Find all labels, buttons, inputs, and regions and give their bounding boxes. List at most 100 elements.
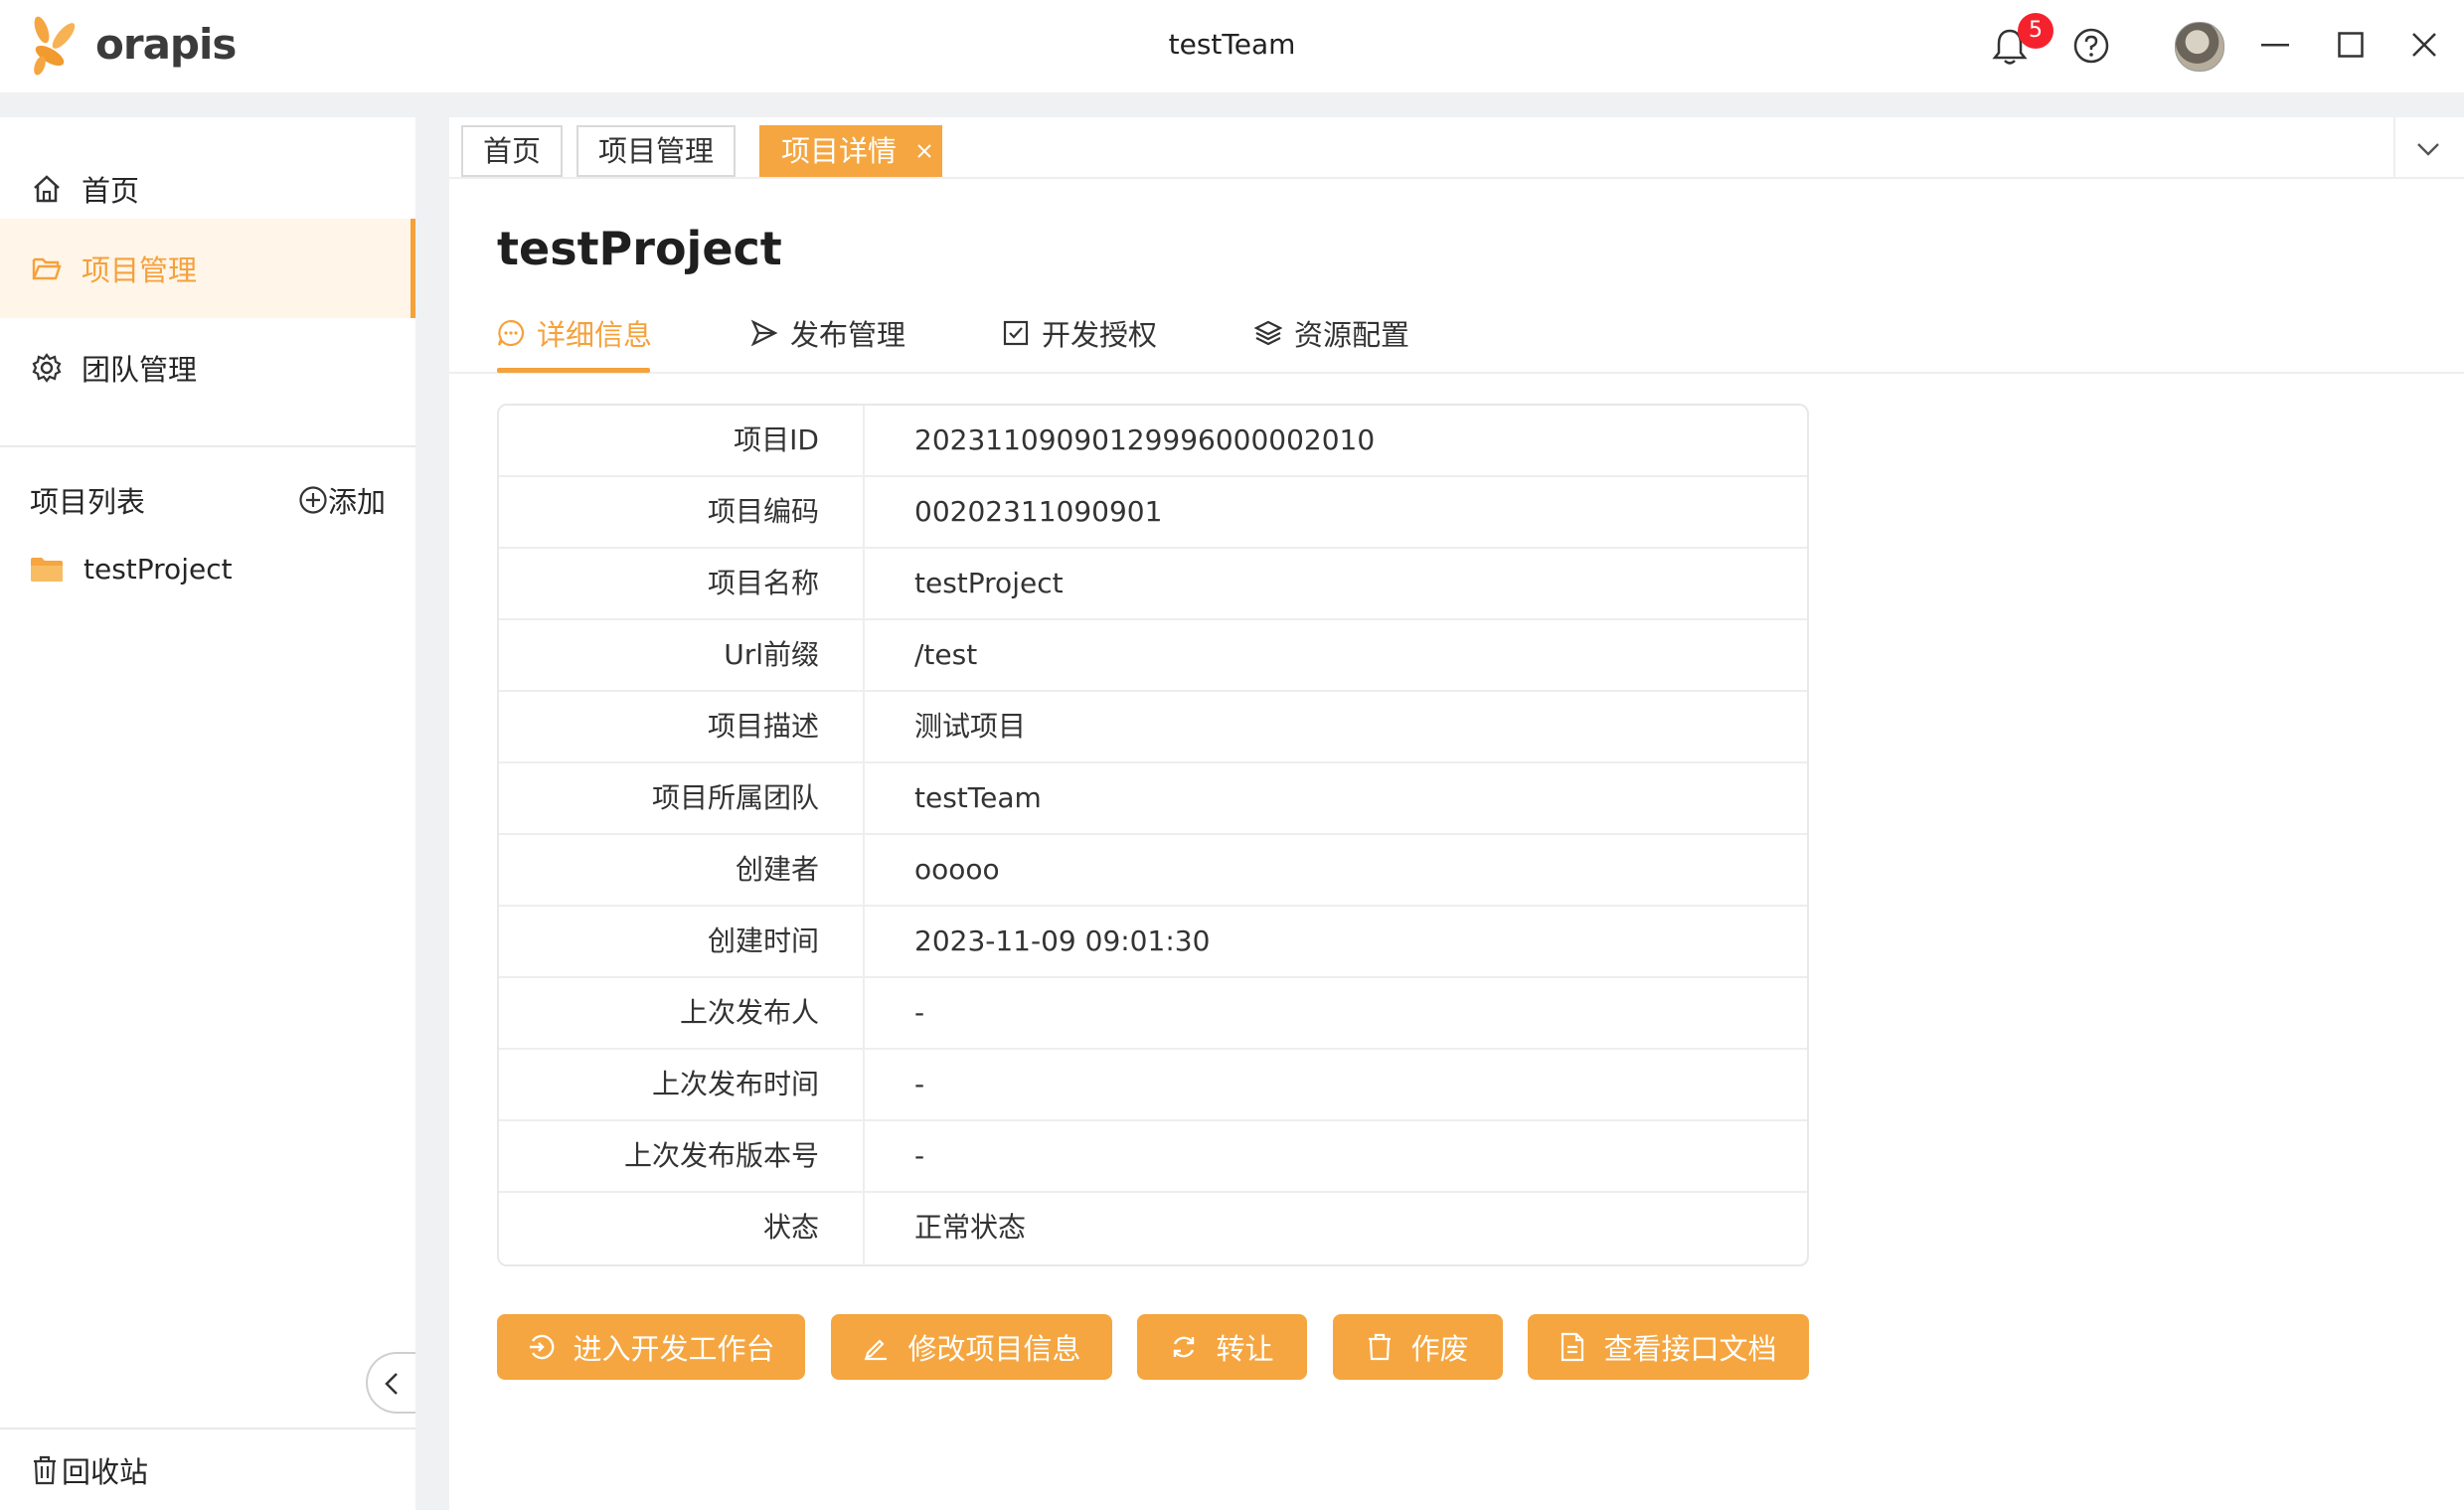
row-label: Url前缀 <box>724 638 819 671</box>
help-icon[interactable] <box>2072 27 2110 65</box>
row-label: 上次发布版本号 <box>623 1139 819 1172</box>
button-label: 修改项目信息 <box>907 1332 1081 1366</box>
row-value: - <box>914 1139 925 1172</box>
button-label: 查看接口文档 <box>1603 1332 1777 1366</box>
tab-project-details[interactable]: 项目详情 <box>759 125 943 177</box>
divider <box>2393 117 2395 177</box>
layers-icon <box>1254 319 1282 347</box>
table-row: 上次发布人 - <box>499 978 1807 1050</box>
project-list-item[interactable]: testProject <box>30 553 233 586</box>
button-label: 转让 <box>1216 1332 1274 1366</box>
table-row: Url前缀/test <box>499 620 1807 692</box>
row-label: 项目名称 <box>707 567 819 599</box>
row-value: testTeam <box>914 781 1042 814</box>
tab-label: 首页 <box>483 134 542 168</box>
folder-open-icon <box>32 255 62 281</box>
project-name: testProject <box>83 553 233 586</box>
add-label: 添加 <box>328 485 387 519</box>
chevron-down-icon[interactable] <box>2415 141 2441 157</box>
close-tab-icon[interactable] <box>916 143 932 159</box>
row-label: 状态 <box>762 1211 819 1244</box>
sidebar-item-teams[interactable]: 团队管理 <box>0 318 415 418</box>
subtab-resources[interactable]: 资源配置 <box>1254 310 1409 356</box>
enter-workbench-button[interactable]: 进入开发工作台 <box>497 1314 805 1380</box>
folder-icon <box>30 556 64 584</box>
row-value: 测试项目 <box>914 710 1027 743</box>
notification-badge: 5 <box>2018 13 2053 49</box>
home-icon <box>32 174 62 204</box>
tab-project-management[interactable]: 项目管理 <box>576 125 737 177</box>
subtab-baseline <box>449 372 2464 374</box>
edit-project-button[interactable]: 修改项目信息 <box>831 1314 1112 1380</box>
table-row: 状态 正常状态 <box>499 1193 1807 1264</box>
trash-icon <box>1367 1333 1393 1361</box>
enter-icon <box>527 1333 555 1361</box>
plus-circle-icon <box>298 485 328 515</box>
row-value: - <box>914 996 925 1029</box>
checkbox-icon <box>1002 319 1030 347</box>
row-label: 创建时间 <box>707 924 819 957</box>
row-value: 20231109090129996000002010 <box>914 423 1376 456</box>
table-row: 项目描述 测试项目 <box>499 692 1807 763</box>
row-label: 创建者 <box>735 853 819 886</box>
tab-label: 项目详情 <box>781 134 898 168</box>
sidebar-item-projects[interactable]: 项目管理 <box>0 219 415 318</box>
gear-icon <box>32 353 62 383</box>
view-api-docs-button[interactable]: 查看接口文档 <box>1528 1314 1809 1380</box>
subtab-label: 开发授权 <box>1042 318 1158 352</box>
subtab-details[interactable]: 详细信息 <box>497 310 652 356</box>
row-label: 项目所属团队 <box>651 781 819 814</box>
row-value: 正常状态 <box>914 1211 1027 1244</box>
project-list-heading: 项目列表 <box>30 485 146 519</box>
row-value: 00202311090901 <box>914 495 1163 528</box>
button-label: 作废 <box>1410 1332 1469 1366</box>
send-icon <box>750 319 778 347</box>
row-value: /test <box>914 638 978 671</box>
sidebar: 首页 项目管理 团队管理 项目列表 添加 testProject 回收站 <box>0 117 415 1510</box>
tab-home[interactable]: 首页 <box>461 125 564 177</box>
sidebar-item-label: 首页 <box>82 174 140 208</box>
project-details-table: 项目ID 20231109090129996000002010 项目编码 00202… <box>497 404 1809 1266</box>
row-value: ooooo <box>914 853 1000 886</box>
table-row: 项目ID 20231109090129996000002010 <box>499 406 1807 477</box>
chevron-left-icon <box>383 1371 401 1397</box>
tab-label: 项目管理 <box>598 134 715 168</box>
tab-strip <box>449 117 2464 179</box>
close-icon[interactable] <box>2411 32 2437 58</box>
avatar[interactable] <box>2175 22 2224 72</box>
divider <box>0 1427 415 1429</box>
recycle-label: 回收站 <box>62 1455 149 1489</box>
sidebar-item-label: 团队管理 <box>82 353 198 387</box>
row-label: 项目描述 <box>707 710 819 743</box>
void-button[interactable]: 作废 <box>1333 1314 1503 1380</box>
add-project-button[interactable]: 添加 <box>298 479 386 521</box>
maximize-icon[interactable] <box>2338 32 2364 58</box>
subtab-label: 资源配置 <box>1294 318 1410 352</box>
chat-icon <box>497 319 525 347</box>
transfer-button[interactable]: 转让 <box>1137 1314 1307 1380</box>
refresh-icon <box>1170 1333 1198 1361</box>
subtab-label: 发布管理 <box>790 318 906 352</box>
row-label: 上次发布时间 <box>651 1068 819 1100</box>
row-label: 项目ID <box>734 423 819 456</box>
button-label: 进入开发工作台 <box>573 1332 775 1366</box>
table-row: 创建者 ooooo <box>499 835 1807 907</box>
active-subtab-indicator <box>497 368 650 373</box>
subtab-release[interactable]: 发布管理 <box>750 310 905 356</box>
subtab-authorization[interactable]: 开发授权 <box>1002 310 1157 356</box>
page-title: testProject <box>497 222 782 275</box>
document-icon <box>1560 1332 1585 1362</box>
trash-icon <box>32 1455 58 1485</box>
recycle-bin-link[interactable]: 回收站 <box>32 1449 148 1491</box>
minimize-icon[interactable] <box>2261 44 2289 48</box>
sidebar-item-label: 项目管理 <box>82 253 198 287</box>
table-row: 上次发布时间 - <box>499 1050 1807 1121</box>
row-label: 项目编码 <box>707 495 819 528</box>
row-value: - <box>914 1068 925 1100</box>
row-label: 上次发布人 <box>679 996 819 1029</box>
table-row: 创建时间 2023-11-09 09:01:30 <box>499 907 1807 978</box>
table-row: 项目名称 testProject <box>499 549 1807 620</box>
divider <box>0 445 415 447</box>
table-row: 上次发布版本号 - <box>499 1121 1807 1193</box>
row-value: testProject <box>914 567 1064 599</box>
